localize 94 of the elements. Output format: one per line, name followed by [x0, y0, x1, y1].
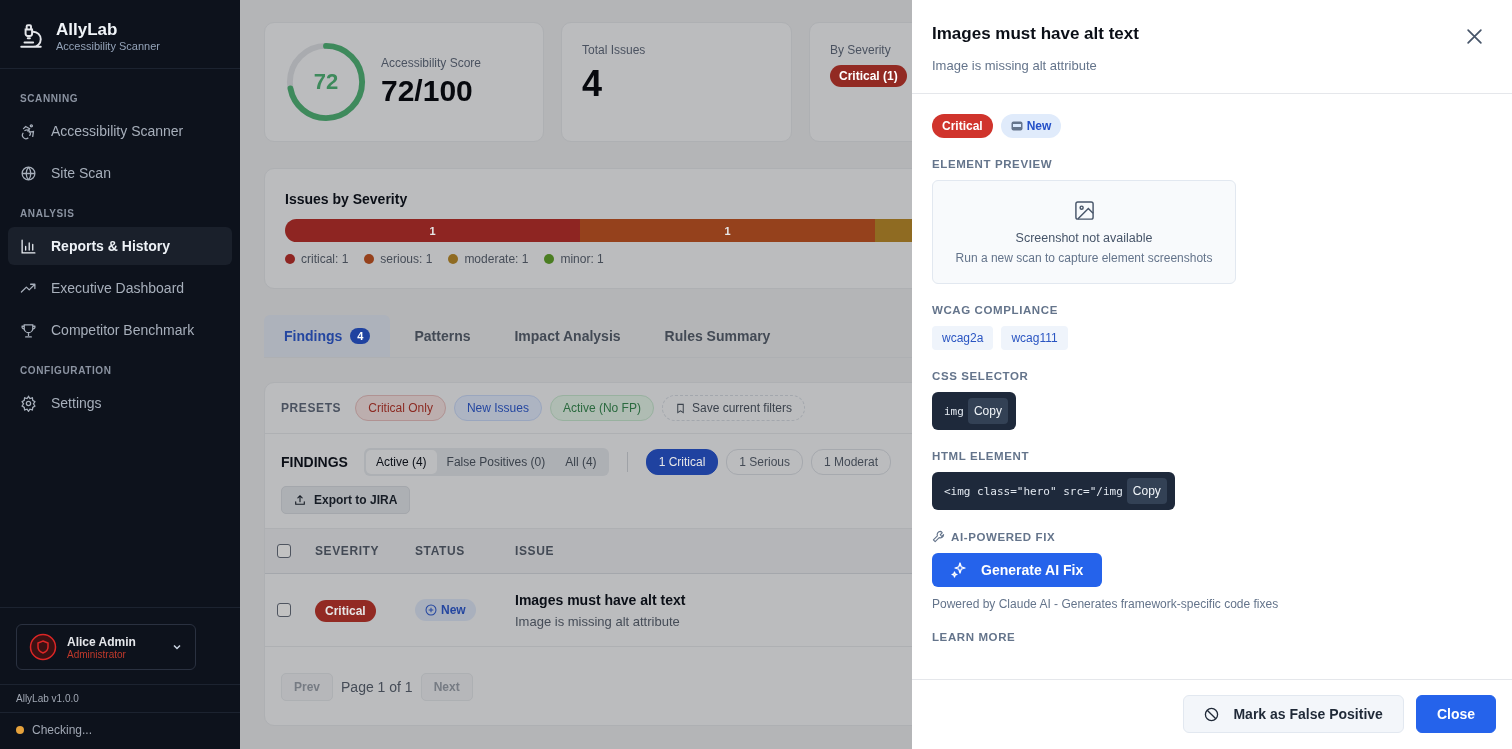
section-label: CSS SELECTOR	[932, 370, 1029, 382]
severity-filter-chip[interactable]: 1 Serious	[726, 449, 803, 475]
legend-label: critical: 1	[301, 252, 349, 266]
status-dot-icon	[16, 726, 24, 734]
user-name: Alice Admin	[67, 634, 137, 649]
chart-title: Issues by Severity	[285, 191, 409, 207]
app-tagline: Accessibility Scanner	[56, 40, 160, 52]
copy-button[interactable]: Copy	[967, 398, 1008, 424]
wrench-icon	[932, 530, 945, 543]
severity-badge: Critical (1)	[830, 65, 907, 87]
code-text: <img class="hero" src="/img	[944, 484, 1123, 498]
severity-filter-chip[interactable]: 1 Critical	[645, 449, 719, 475]
section-label: ELEMENT PREVIEW	[932, 158, 1053, 170]
sidebar-item[interactable]: Accessibility Scanner	[8, 112, 232, 150]
user-role: Administrator	[67, 648, 127, 660]
drawer-subtitle: Image is missing alt attribute	[932, 58, 1098, 73]
issue-title[interactable]: Images must have alt text	[515, 591, 875, 608]
stat-label: Total Issues	[582, 43, 647, 57]
microscope-icon	[18, 23, 44, 49]
wcag-tag: wcag2a	[932, 326, 994, 350]
tab[interactable]: Impact Analysis	[494, 315, 641, 357]
sidebar-item[interactable]: Competitor Benchmark	[8, 311, 232, 349]
legend-label: serious: 1	[380, 252, 433, 266]
findings-title: FINDINGS	[281, 454, 348, 470]
upload-icon	[294, 494, 306, 506]
sidebar-item[interactable]: Reports & History	[8, 227, 232, 265]
preset-chip[interactable]: New Issues	[453, 395, 542, 421]
drawer-badge: Critical	[932, 114, 993, 138]
stat-label: By Severity	[830, 43, 892, 57]
stat-label: Accessibility Score	[381, 56, 482, 70]
false-positive-button[interactable]: Mark as False Positive	[1183, 695, 1404, 733]
nav-section-title: ANALYSIS	[19, 207, 76, 221]
legend-label: moderate: 1	[464, 252, 529, 266]
drawer-badge: New	[1000, 114, 1062, 138]
nav-section-title: SCANNING	[19, 92, 80, 106]
column-header: ISSUE	[515, 544, 555, 558]
total-value: 4	[582, 63, 604, 105]
ban-icon	[1204, 706, 1220, 722]
sidebar-item[interactable]: Settings	[8, 384, 232, 422]
accessibility-icon	[20, 122, 37, 140]
severity-badge: Critical	[315, 600, 376, 622]
sidebar-item[interactable]: Site Scan	[8, 154, 232, 192]
tab[interactable]: Rules Summary	[644, 315, 791, 357]
view-tab[interactable]: False Positives (0)	[436, 450, 556, 474]
shield-avatar-icon	[29, 633, 57, 661]
app-name: AllyLab	[56, 20, 119, 40]
preset-chip[interactable]: Critical Only	[355, 395, 446, 421]
user-menu[interactable]: Alice Admin Administrator	[16, 624, 196, 670]
close-button[interactable]: Close	[1415, 695, 1496, 733]
count-badge: 4	[350, 328, 371, 344]
nav-section-title: CONFIGURATION	[19, 364, 113, 378]
view-tab[interactable]: All (4)	[555, 450, 607, 474]
section-label: LEARN MORE	[932, 631, 1016, 643]
image-icon	[1073, 199, 1095, 221]
sidebar-item[interactable]: Executive Dashboard	[8, 269, 232, 307]
export-button[interactable]: Export to JIRA	[281, 486, 411, 514]
section-label: HTML ELEMENT	[932, 450, 1030, 462]
trophy-icon	[20, 321, 37, 339]
globe-icon	[20, 164, 37, 182]
settings-icon	[20, 394, 37, 412]
wcag-tag: wcag111	[1001, 326, 1068, 350]
severity-bar-segment: 1	[580, 219, 875, 242]
drawer-title: Images must have alt text	[932, 24, 1139, 44]
score-total: 72/100	[381, 74, 474, 108]
bookmark-icon	[674, 402, 686, 414]
status-badge: New	[415, 599, 476, 621]
sparkle-icon	[951, 562, 967, 578]
tab[interactable]: Patterns	[394, 315, 491, 357]
version-label: AllyLab v1.0.0	[16, 693, 79, 704]
bar-chart-icon	[20, 237, 37, 255]
section-label: AI-POWERED FIX	[951, 530, 1056, 543]
issue-description: Image is missing alt attribute	[515, 613, 681, 629]
fix-note: Powered by Claude AI - Generates framework-specific code fixes	[932, 597, 1279, 611]
column-header: SEVERITY	[315, 544, 381, 558]
severity-filter-chip[interactable]: 1 Moderat	[811, 449, 892, 475]
presets-label: PRESETS	[281, 401, 342, 415]
view-tab[interactable]: Active (4)	[365, 450, 437, 474]
column-header: STATUS	[415, 544, 466, 558]
preview-title: Screenshot not available	[1015, 230, 1153, 245]
plus-circle-icon	[425, 604, 437, 616]
tab[interactable]: Findings 4	[264, 315, 391, 357]
close-icon[interactable]	[1466, 27, 1484, 45]
code-text: img	[944, 404, 964, 418]
page-indicator: Page 1 of 1	[341, 679, 413, 695]
select-all-checkbox[interactable]	[277, 544, 291, 558]
legend-label: minor: 1	[560, 252, 604, 266]
copy-button[interactable]: Copy	[1126, 478, 1167, 504]
row-checkbox[interactable]	[277, 603, 291, 617]
status-label: Checking...	[32, 723, 93, 737]
generate-fix-button[interactable]: Generate AI Fix	[932, 553, 1103, 587]
preview-hint: Run a new scan to capture element screenshots	[955, 250, 1213, 265]
score-value: 72	[313, 69, 339, 95]
severity-bar-segment: 1	[285, 219, 580, 242]
section-label: WCAG COMPLIANCE	[932, 304, 1058, 316]
